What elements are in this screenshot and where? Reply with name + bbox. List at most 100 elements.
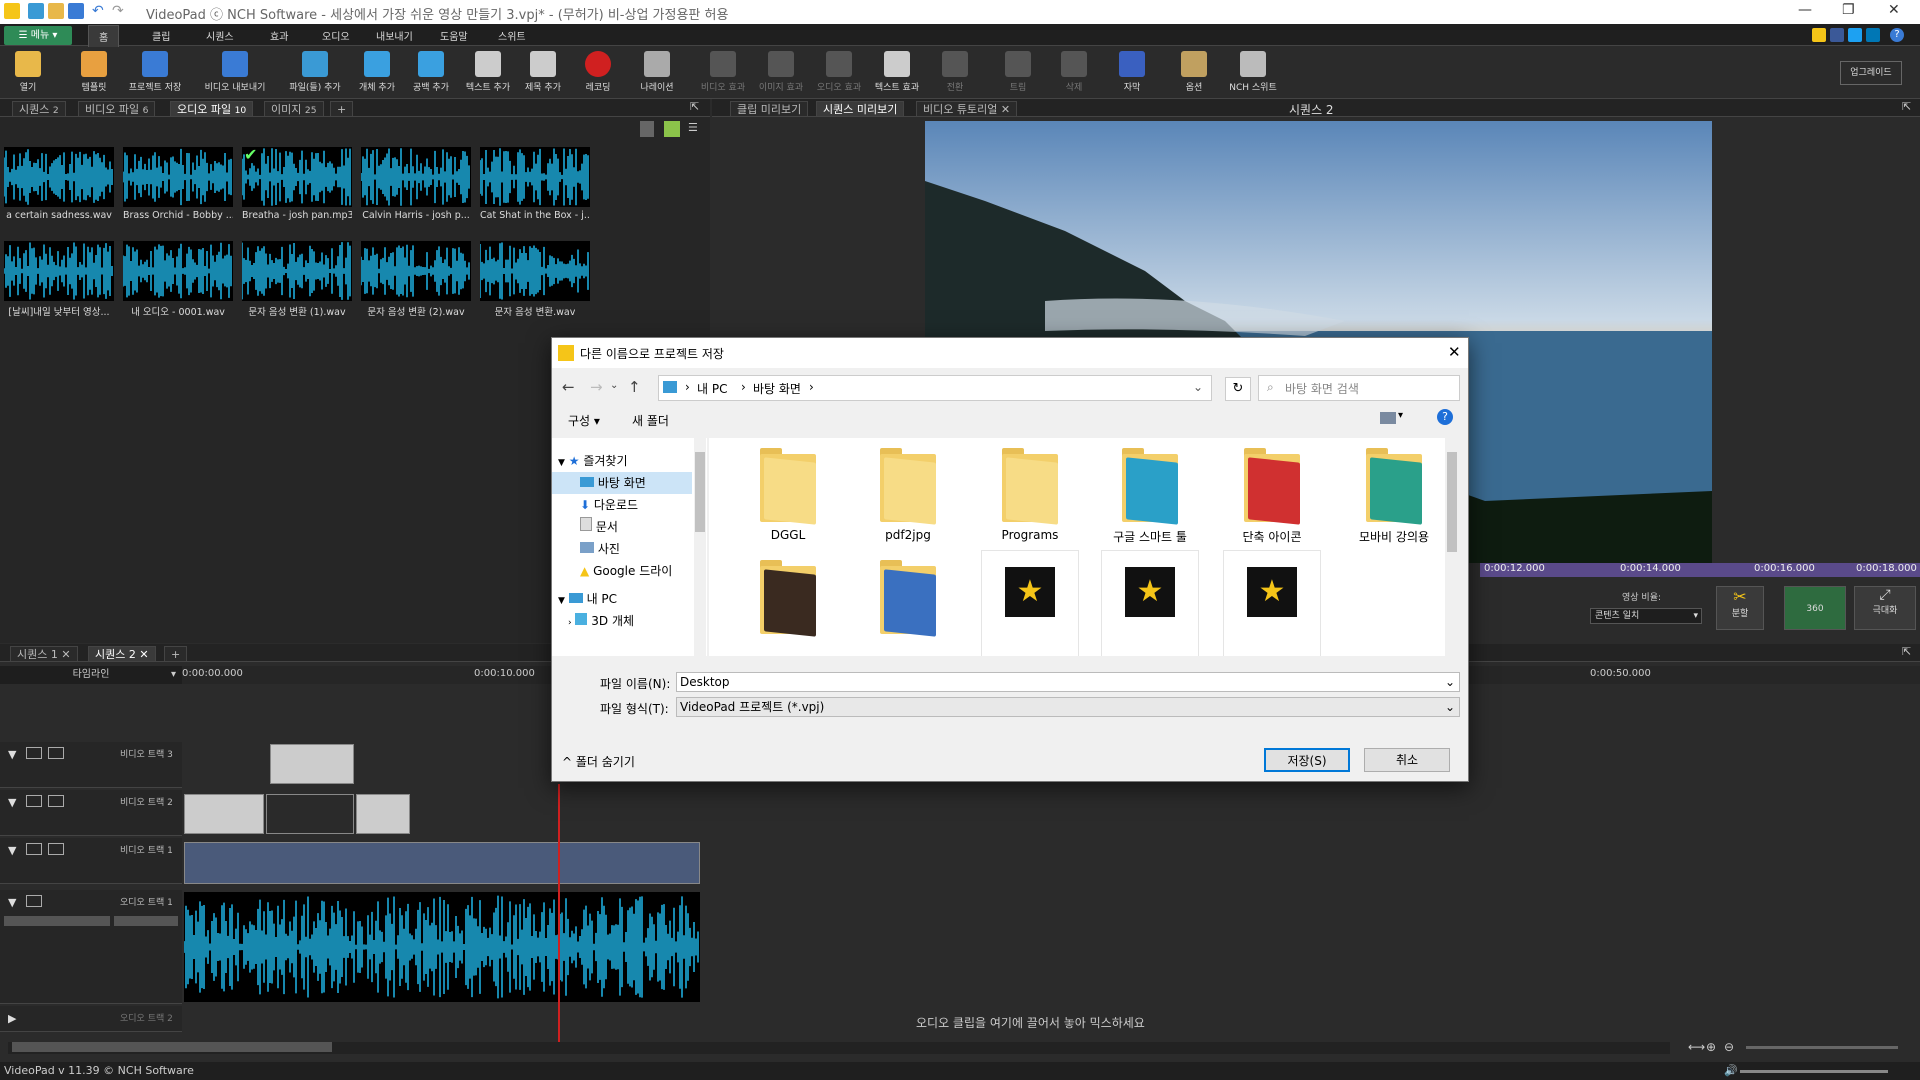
address-dropdown-icon[interactable]: ⌄ — [1193, 380, 1203, 394]
thumbs-up-icon[interactable] — [1812, 28, 1826, 42]
tab-sequences[interactable]: 시퀀스 2 — [12, 101, 66, 117]
redo-icon[interactable]: ↷ — [112, 3, 128, 19]
options-button[interactable]: 옵션 — [1174, 49, 1214, 97]
video-clip[interactable] — [184, 842, 700, 884]
lock-icon[interactable] — [48, 747, 64, 759]
up-folder-icon[interactable]: ↑ — [628, 378, 641, 396]
zoom-fit-icon[interactable]: ⟷ — [1688, 1040, 1705, 1054]
tab-audio[interactable]: 오디오 — [322, 28, 350, 43]
text-effects-button[interactable]: 텍스트 효과 — [872, 49, 922, 97]
speaker-icon[interactable] — [26, 895, 42, 907]
aspect-ratio-select[interactable]: 콘텐츠 일치 ▾ — [1590, 608, 1702, 624]
tab-audio-files[interactable]: 오디오 파일 10 — [170, 101, 254, 117]
folder-item[interactable]: 모바비 강의용 — [1345, 438, 1443, 548]
preview-timeline-ruler[interactable]: 0:00:12.000 0:00:14.000 0:00:16.000 0:00… — [1480, 563, 1920, 577]
volume-slider[interactable] — [4, 916, 110, 926]
nav-favorites[interactable]: ▼ ★ 즐겨찾기 — [552, 450, 692, 472]
tab-clip[interactable]: 클립 — [152, 28, 170, 43]
collapse-icon[interactable]: ▼ — [8, 896, 16, 909]
media-item[interactable]: a certain sadness.wav — [4, 147, 114, 221]
folder-item[interactable] — [739, 550, 837, 656]
add-text-button[interactable]: 텍스트 추가 — [462, 49, 514, 97]
cancel-button[interactable]: 취소 — [1364, 748, 1450, 772]
image-effects-button[interactable]: 이미지 효과 — [756, 49, 806, 97]
media-item[interactable]: Calvin Harris - josh p... — [361, 147, 471, 221]
add-files-button[interactable]: 파일(들) 추가 — [284, 49, 346, 97]
folder-item[interactable]: DGGL — [739, 438, 837, 548]
horizontal-scrollbar[interactable] — [8, 1042, 1670, 1054]
audio-clip[interactable] — [183, 892, 700, 1002]
save-button[interactable]: 저장(S) — [1264, 748, 1350, 772]
new-folder-button[interactable]: 새 폴더 — [632, 412, 669, 429]
undo-icon[interactable]: ↶ — [92, 3, 108, 19]
folder-item[interactable]: Programs — [981, 438, 1079, 548]
split-button[interactable]: ✂ 분할 — [1716, 586, 1764, 630]
main-menu-button[interactable]: ☰ 메뉴 ▾ — [4, 26, 72, 45]
collapse-icon[interactable]: ▼ — [8, 796, 16, 809]
media-item[interactable]: 내 오디오 - 0001.wav — [123, 241, 233, 318]
nav-item-documents[interactable]: 문서 — [552, 516, 692, 538]
refresh-icon[interactable]: ↻ — [1225, 377, 1251, 401]
export-video-button[interactable]: 비디오 내보내기 — [200, 49, 270, 97]
volume-icon[interactable]: 🔊 — [1724, 1064, 1738, 1077]
project-file-item[interactable]: ★ — [1223, 550, 1321, 656]
tab-help[interactable]: 도움말 — [440, 28, 468, 43]
lock-icon[interactable] — [48, 843, 64, 855]
open-icon[interactable] — [48, 3, 64, 19]
video-clip[interactable] — [356, 794, 410, 834]
back-icon[interactable]: ← — [562, 378, 575, 396]
nav-this-pc[interactable]: ▼ 내 PC — [552, 588, 692, 610]
tab-home[interactable]: 홈 — [88, 25, 120, 47]
help-icon[interactable]: ? — [1890, 28, 1904, 42]
trash-icon[interactable] — [640, 121, 654, 137]
upgrade-button[interactable]: 업그레이드 — [1840, 61, 1902, 85]
nch-suite-button[interactable]: NCH 스위트 — [1224, 49, 1282, 97]
subtitle-button[interactable]: 자막 — [1112, 49, 1152, 97]
nav-item-downloads[interactable]: ⬇ 다운로드 — [552, 494, 692, 516]
eye-icon[interactable] — [26, 747, 42, 759]
recent-locations-icon[interactable]: ⌄ — [610, 380, 618, 391]
twitter-icon[interactable] — [1848, 28, 1862, 42]
filetype-select[interactable]: VideoPad 프로젝트 (*.vpj) ⌄ — [676, 697, 1460, 717]
collapse-icon[interactable]: ▼ — [8, 748, 16, 761]
tab-export[interactable]: 내보내기 — [376, 28, 413, 43]
save-icon[interactable] — [68, 3, 84, 19]
folder-item[interactable]: 구글 스마트 툴 — [1101, 438, 1199, 548]
trim-button[interactable]: 트림 — [998, 49, 1038, 97]
zoom-in-icon[interactable]: ⊕ — [1706, 1040, 1716, 1054]
record-button[interactable]: 레코딩 — [578, 49, 618, 97]
project-file-item[interactable]: ★ — [981, 550, 1079, 656]
organize-button[interactable]: 구성 ▾ — [568, 412, 600, 429]
blank-clip[interactable] — [266, 794, 354, 834]
video-clip[interactable] — [184, 794, 264, 834]
add-blank-button[interactable]: 공백 추가 — [408, 49, 454, 97]
zoom-slider[interactable] — [1746, 1046, 1898, 1049]
panel-pin-icon[interactable]: ⇱ — [1902, 645, 1911, 658]
tab-video-tutorial[interactable]: 비디오 튜토리얼 ✕ — [916, 101, 1018, 117]
tab-suite[interactable]: 스위트 — [498, 28, 526, 43]
playhead[interactable] — [558, 784, 560, 1044]
collapse-icon[interactable]: ▼ — [8, 844, 16, 857]
tab-sequence-1[interactable]: 시퀀스 1 ✕ — [10, 646, 78, 662]
add-object-button[interactable]: 개체 추가 — [354, 49, 400, 97]
media-item[interactable]: 문자 음성 변환 (1).wav — [242, 241, 352, 318]
list-view-icon[interactable]: ☰ — [688, 121, 704, 137]
minimize-icon[interactable]: — — [1798, 2, 1812, 18]
breadcrumb-desktop[interactable]: 바탕 화면 — [753, 380, 801, 397]
file-list-scrollbar[interactable] — [1445, 438, 1459, 656]
video-clip[interactable] — [270, 744, 354, 784]
add-folder-icon[interactable] — [664, 121, 680, 137]
media-item[interactable]: Brass Orchid - Bobby ... — [123, 147, 233, 221]
lock-icon[interactable] — [48, 795, 64, 807]
search-input[interactable]: ⌕ 바탕 화면 검색 — [1258, 375, 1460, 401]
delete-button[interactable]: 삭제 — [1054, 49, 1094, 97]
maximize-button[interactable]: ⤢ 극대화 — [1854, 586, 1916, 630]
add-sequence-tab[interactable]: + — [164, 646, 188, 662]
filename-input[interactable]: Desktop ⌄ — [676, 672, 1460, 692]
vr-360-button[interactable]: 360 — [1784, 586, 1846, 630]
media-item[interactable]: 문자 음성 변환 (2).wav — [361, 241, 471, 318]
media-item[interactable]: Cat Shat in the Box - j... — [480, 147, 590, 221]
linkedin-icon[interactable] — [1866, 28, 1880, 42]
add-bin-tab[interactable]: + — [330, 101, 354, 117]
media-item[interactable]: [날씨]내일 낮부터 영상... — [4, 241, 114, 318]
